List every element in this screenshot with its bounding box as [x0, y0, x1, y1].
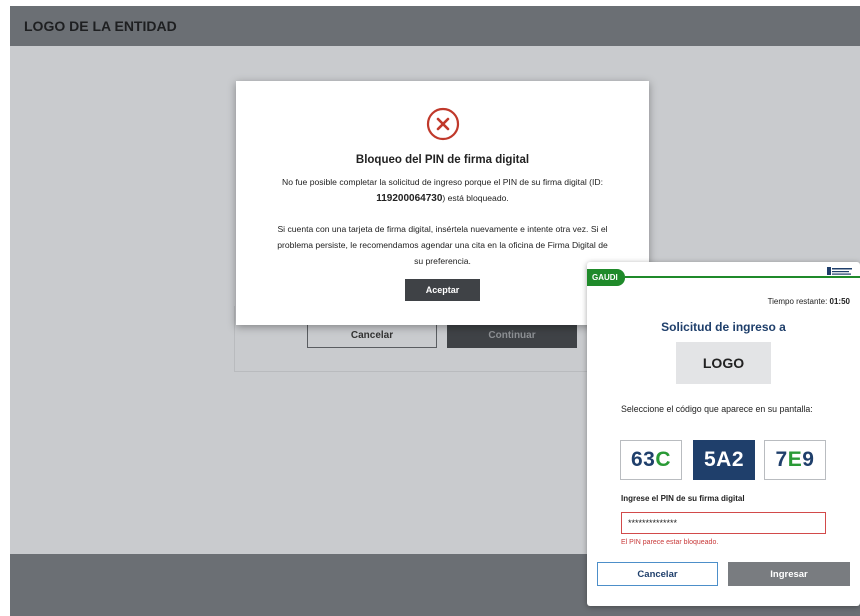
code-text: 63	[630, 448, 656, 471]
panel-title: Solicitud de ingreso a	[661, 320, 786, 334]
code-text: 5A2	[703, 448, 745, 471]
remaining-time: Tiempo restante: 01:50	[768, 297, 850, 306]
cancel-button[interactable]: Cancelar	[597, 562, 718, 586]
timer-value: 01:50	[829, 297, 850, 306]
entity-logo-box: LOGO	[676, 342, 771, 384]
code-text-green: C	[655, 448, 672, 471]
modal-recommendation: Si cuenta con una tarjeta de firma digit…	[277, 224, 608, 266]
code-text: 9	[802, 448, 815, 471]
code-option-3[interactable]: 7E9	[764, 440, 826, 480]
modal-title: Bloqueo del PIN de firma digital	[355, 154, 530, 166]
modal-message-part: ) está bloqueado.	[442, 193, 509, 203]
pin-error-message: El PIN parece estar bloqueado.	[621, 539, 719, 546]
timer-label: Tiempo restante:	[767, 297, 828, 306]
pin-input[interactable]	[621, 512, 826, 534]
entity-logo-text: LOGO DE LA ENTIDAD	[24, 18, 177, 34]
background-cancel-button: Cancelar	[307, 322, 437, 348]
agency-logo-icon	[827, 267, 852, 275]
pin-label: Ingrese el PIN de su firma digital	[621, 494, 745, 503]
code-text-green: E	[787, 448, 803, 471]
code-instruction: Seleccione el código que aparece en su p…	[621, 404, 813, 414]
page-header: LOGO DE LA ENTIDAD	[10, 6, 860, 46]
error-x-circle-icon	[426, 107, 460, 141]
modal-message: No fue posible completar la solicitud de…	[272, 174, 613, 207]
code-option-2[interactable]: 5A2	[693, 440, 755, 480]
submit-button[interactable]: Ingresar	[728, 562, 850, 586]
code-text: 7	[775, 448, 788, 471]
accept-button[interactable]: Aceptar	[405, 279, 480, 301]
signature-id: 119200064730	[376, 193, 443, 204]
background-continue-button: Continuar	[447, 322, 577, 348]
modal-message-part: No fue posible completar la solicitud de…	[282, 177, 603, 187]
brand-divider	[625, 276, 860, 278]
gaudi-login-panel: GAUDI Tiempo restante: 01:50 Solicitud d…	[587, 262, 860, 606]
gaudi-brand-tab: GAUDI	[587, 269, 625, 286]
code-option-1[interactable]: 63 C	[620, 440, 682, 480]
